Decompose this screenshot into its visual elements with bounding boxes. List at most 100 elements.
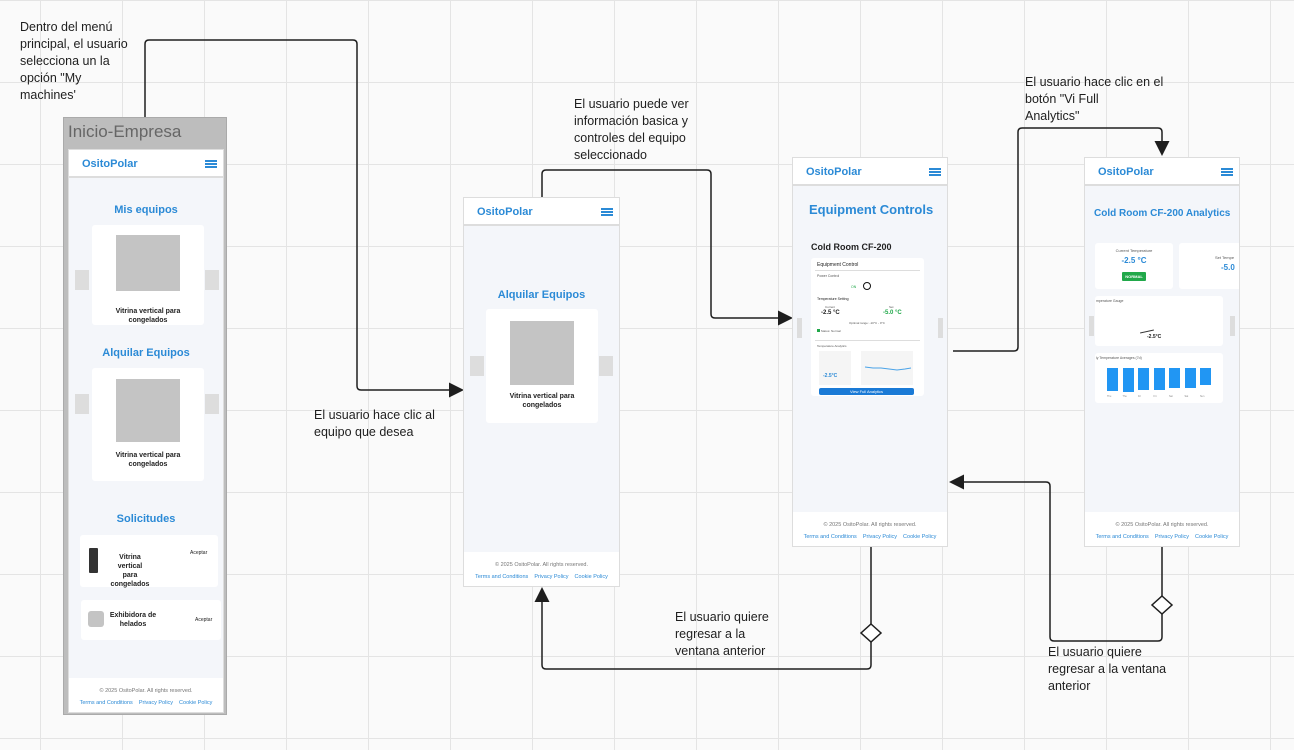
gauge-card: mperature Gauge -2.5°C	[1095, 296, 1223, 346]
terms-link[interactable]: Terms and Conditions	[1096, 534, 1149, 540]
cookie-link[interactable]: Cookie Policy	[575, 574, 608, 580]
carousel-prev[interactable]	[75, 394, 89, 414]
note-back-2: El usuario quiere regresar a la ventana …	[1048, 645, 1167, 693]
equipment-card[interactable]: Vitrina vertical para congelados	[92, 368, 204, 481]
request-thumbnail	[88, 611, 104, 627]
bar	[1169, 368, 1180, 388]
set-temp-card: Set Tempe -5.0	[1179, 243, 1239, 289]
equipment-control-card: Equipment Control Power Control ON Tempe…	[811, 258, 924, 396]
hamburger-menu-icon[interactable]	[601, 208, 613, 216]
power-icon[interactable]	[863, 282, 871, 290]
frame-inicio-empresa: Inicio-Empresa OsitoPolar Mis equipos Vi…	[63, 117, 227, 715]
privacy-link[interactable]: Privacy Policy	[1155, 534, 1189, 540]
set-label: Set Tempe	[1215, 255, 1235, 260]
bar	[1138, 368, 1149, 390]
current-temp-card: Current Temperature -2.5 °C NORMAL	[1095, 243, 1173, 289]
carousel-next[interactable]	[599, 356, 613, 376]
logo[interactable]: OsitoPolar	[82, 158, 138, 170]
bar-label: Sat	[1169, 395, 1173, 398]
frame-title: Inicio-Empresa	[68, 122, 182, 141]
set-temp: -5.0	[1221, 263, 1235, 272]
screen-equipment-controls: OsitoPolar Equipment Controls Cold Room …	[792, 157, 948, 547]
decision-diamond	[859, 622, 883, 644]
page-title: Cold Room CF-200 Analytics	[1094, 208, 1231, 219]
request-name: Vitrina vertical para congelados	[110, 554, 150, 588]
set-temp[interactable]: -5.0 °C	[883, 310, 902, 316]
carousel-prev[interactable]	[470, 356, 484, 376]
bar-chart-card: ly Temperature Averages (7d) Thu Thu Fri Fr…	[1095, 353, 1223, 403]
copyright: © 2025 OsitoPolar. All rights reserved.	[823, 522, 917, 528]
bar-label: Sun	[1200, 395, 1205, 398]
logo[interactable]: OsitoPolar	[806, 166, 862, 178]
note-select-equipment: El usuario hace clic al equipo que desea	[314, 408, 435, 439]
bar	[1122, 368, 1134, 392]
equipment-card[interactable]: Vitrina vertical para congelados	[486, 309, 598, 423]
carousel-next[interactable]	[205, 394, 219, 414]
status-badge: NORMAL	[1122, 272, 1146, 281]
logo[interactable]: OsitoPolar	[477, 206, 533, 218]
carousel-prev[interactable]	[797, 318, 802, 338]
carousel-prev[interactable]	[1089, 316, 1094, 336]
equipment-card[interactable]: Vitrina vertical para congelados	[92, 225, 204, 325]
bar-label: Thu	[1122, 395, 1127, 398]
cookie-link[interactable]: Cookie Policy	[1195, 534, 1228, 540]
bar-label: Thu	[1107, 395, 1112, 398]
note-start: Dentro del menú principal, el usuario se…	[20, 20, 128, 102]
bar-label: Fri	[1138, 395, 1141, 398]
power-state: ON	[851, 285, 857, 289]
equipment-name: Vitrina vertical para congelados	[509, 393, 575, 409]
request-name: Exhibidora de helados	[109, 612, 157, 628]
screen-rent-equipment: OsitoPolar Alquilar Equipos Vitrina vert…	[463, 197, 620, 587]
footer: © 2025 OsitoPolar. All rights reserved. …	[1085, 512, 1239, 546]
section-alquilar: Alquilar Equipos	[102, 347, 190, 359]
footer: © 2025 OsitoPolar. All rights reserved. …	[464, 552, 619, 586]
section-mis-equipos: Mis equipos	[114, 204, 178, 216]
note-view-info: El usuario puede ver información basica …	[574, 97, 689, 162]
equipment-name: Vitrina vertical para congelados	[115, 452, 181, 468]
footer: © 2025 OsitoPolar. All rights reserved. …	[69, 678, 223, 712]
header: OsitoPolar	[69, 150, 223, 178]
view-full-analytics-button[interactable]: View Full Analytics	[819, 388, 914, 395]
privacy-link[interactable]: Privacy Policy	[139, 700, 173, 706]
status-indicator: Status: Normal	[817, 329, 841, 333]
current-temp: -2.5 °C	[821, 310, 840, 316]
terms-link[interactable]: Terms and Conditions	[475, 574, 528, 580]
carousel-next[interactable]	[1230, 316, 1235, 336]
gauge-title: mperature Gauge	[1096, 299, 1124, 303]
bar-label: Sat	[1184, 395, 1189, 398]
hamburger-menu-icon[interactable]	[205, 160, 217, 168]
power-label: Power Control	[817, 274, 840, 278]
request-card: Exhibidora de helados Aceptar	[81, 600, 221, 640]
carousel-next[interactable]	[205, 270, 219, 290]
current-temp: -2.5 °C	[1121, 256, 1147, 265]
equipment-image	[116, 235, 180, 291]
section-alquilar: Alquilar Equipos	[497, 289, 586, 301]
fridge-thumbnail	[89, 548, 98, 573]
carousel-prev[interactable]	[75, 270, 89, 290]
hamburger-menu-icon[interactable]	[1221, 168, 1233, 176]
header: OsitoPolar	[1085, 158, 1239, 186]
accept-button[interactable]: Aceptar	[195, 617, 212, 623]
header: OsitoPolar	[464, 198, 619, 226]
footer: © 2025 OsitoPolar. All rights reserved. …	[793, 512, 947, 546]
decision-diamond	[1150, 594, 1174, 616]
analytics-label: Temperature Analytics	[817, 344, 847, 348]
cookie-link[interactable]: Cookie Policy	[903, 534, 936, 540]
gauge-value: -2.5°C	[823, 373, 838, 379]
terms-link[interactable]: Terms and Conditions	[80, 700, 133, 706]
equipment-image	[116, 379, 180, 442]
hamburger-menu-icon[interactable]	[929, 168, 941, 176]
logo[interactable]: OsitoPolar	[1098, 166, 1154, 178]
accept-button[interactable]: Aceptar	[190, 550, 207, 556]
cookie-link[interactable]: Cookie Policy	[179, 700, 212, 706]
terms-link[interactable]: Terms and Conditions	[804, 534, 857, 540]
privacy-link[interactable]: Privacy Policy	[863, 534, 897, 540]
equipment-name: Vitrina vertical para congelados	[115, 308, 181, 324]
bar	[1153, 368, 1165, 390]
mini-line-chart	[861, 351, 913, 385]
note-full-analytics: El usuario hace clic en el botón "Vi Ful…	[1025, 75, 1164, 123]
bar	[1200, 368, 1211, 385]
carousel-next[interactable]	[938, 318, 943, 338]
set-label: Set	[889, 305, 894, 309]
privacy-link[interactable]: Privacy Policy	[534, 574, 568, 580]
